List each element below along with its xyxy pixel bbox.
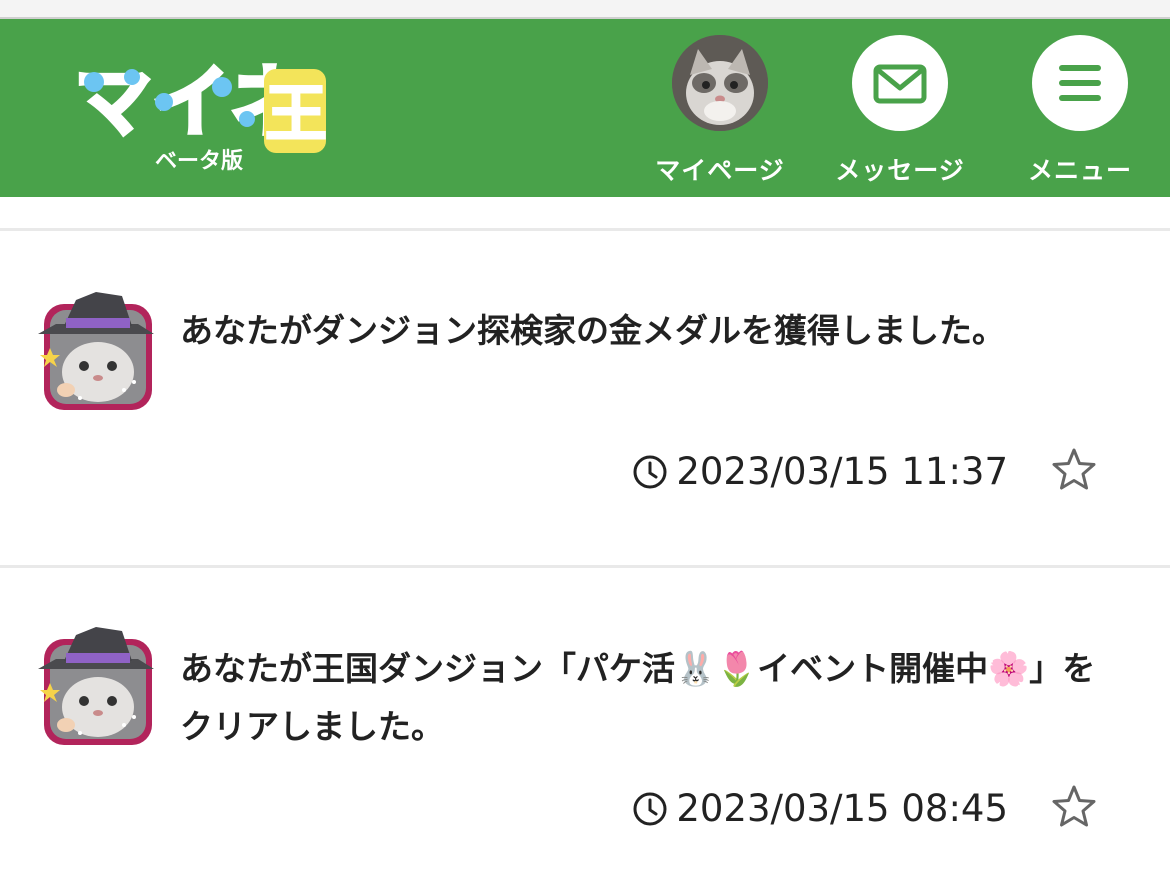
clock-icon — [633, 792, 667, 825]
envelope-icon — [873, 64, 927, 104]
app-header: マイネ 王 ベータ版 マイページ メッセージ メニュー — [0, 19, 1170, 197]
nav-menu-label: メニュー — [1027, 156, 1132, 185]
divider — [0, 565, 1170, 568]
notification-text: あなたが王国ダンジョン「パケ活🐰🌷イベント開催中🌸」をクリアしました。 — [180, 649, 1096, 746]
nav-mypage-label: マイページ — [655, 156, 785, 185]
menu-button[interactable] — [1032, 35, 1128, 131]
svg-text:王: 王 — [265, 77, 327, 150]
cat-photo-icon — [672, 35, 768, 131]
browser-top-strip — [0, 0, 1170, 19]
user-avatar[interactable] — [672, 35, 768, 131]
message-button[interactable] — [852, 35, 948, 131]
logo-mark: マイネ 王 — [72, 56, 328, 153]
nav-mypage[interactable]: マイページ — [650, 35, 790, 187]
wizard-cat-icon — [38, 292, 154, 410]
clock-icon — [633, 455, 667, 488]
nav-message[interactable]: メッセージ — [830, 35, 970, 187]
notification-timestamp: 2023/03/15 08:45 — [632, 787, 1008, 830]
star-icon[interactable] — [1050, 446, 1098, 494]
notification-timestamp: 2023/03/15 11:37 — [632, 450, 1008, 493]
notification-text: あなたがダンジョン探検家の金メダルを獲得しました。 — [180, 311, 1005, 350]
timestamp-text: 2023/03/15 08:45 — [676, 787, 1008, 830]
logo-subtitle: ベータ版 — [155, 149, 244, 174]
wizard-cat-icon — [38, 627, 154, 745]
star-icon[interactable] — [1050, 783, 1098, 831]
wizard-cat-avatar[interactable] — [36, 625, 160, 749]
timestamp-text: 2023/03/15 11:37 — [676, 450, 1008, 493]
divider — [0, 228, 1170, 231]
wizard-cat-avatar[interactable] — [36, 290, 160, 414]
nav-menu[interactable]: メニュー — [1010, 35, 1150, 187]
hamburger-icon — [1059, 65, 1101, 101]
nav-message-label: メッセージ — [835, 156, 965, 185]
